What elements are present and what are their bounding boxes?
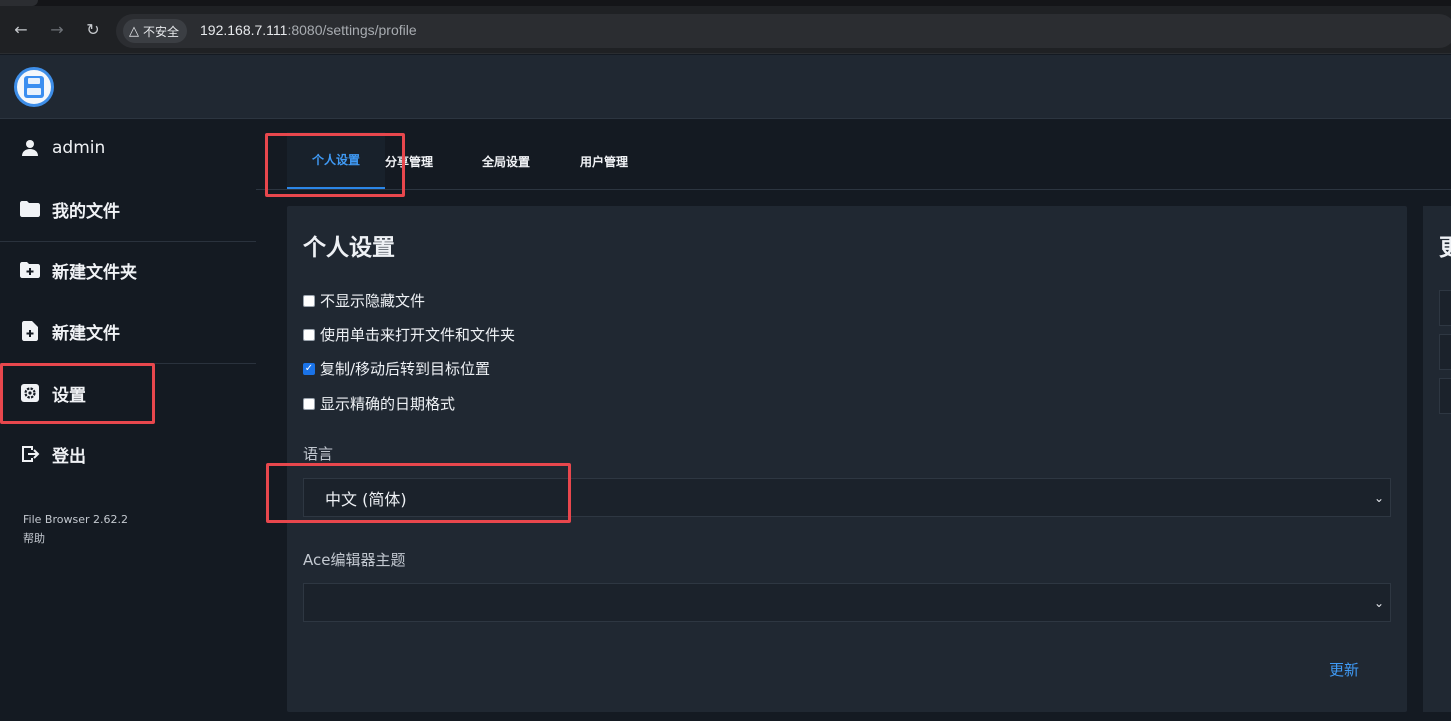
tab-users[interactable]: 用户管理	[555, 132, 653, 190]
url-host: 192.168.7.111	[200, 22, 288, 38]
folder-icon	[20, 199, 40, 219]
update-button[interactable]: 更新	[1329, 659, 1359, 680]
language-select[interactable]: 中文 (简体) ⌄	[303, 478, 1391, 517]
sidebar-item-user[interactable]: admin	[0, 121, 256, 175]
reload-icon[interactable]: ↻	[82, 19, 104, 41]
warning-icon: △	[129, 23, 139, 39]
sidebar-item-label: 新建文件夹	[52, 262, 137, 283]
new-folder-icon	[20, 260, 40, 280]
checkbox-redirect-after-copy[interactable]: ✓ 复制/移动后转到目标位置	[303, 358, 490, 379]
forward-arrow-icon[interactable]: →	[46, 19, 68, 41]
tab-global[interactable]: 全局设置	[457, 132, 555, 190]
sidebar-item-label: 新建文件	[52, 323, 120, 344]
browser-toolbar: ← → ↻ △ 不安全 192.168.7.111:8080/settings/…	[0, 0, 1451, 54]
profile-settings-card: 个人设置 不显示隐藏文件 使用单击来打开文件和文件夹 ✓ 复制/移动后转到目标位…	[287, 206, 1407, 712]
sidebar: admin 我的文件 新建文件夹 新建文件 设置 登出 File Browser…	[0, 119, 256, 721]
checkbox-exact-date[interactable]: 显示精确的日期格式	[303, 393, 455, 414]
sidebar-item-my-files[interactable]: 我的文件	[0, 182, 256, 236]
sidebar-item-settings[interactable]: 设置	[0, 366, 256, 420]
checkbox-label: 不显示隐藏文件	[320, 292, 426, 310]
sidebar-user-label: admin	[52, 138, 106, 158]
logout-icon	[20, 444, 40, 464]
settings-tabs: 个人设置 分享管理 全局设置 用户管理	[287, 132, 653, 190]
back-arrow-icon[interactable]: ←	[10, 19, 32, 41]
security-label: 不安全	[143, 24, 180, 39]
checkbox-label: 使用单击来打开文件和文件夹	[320, 326, 516, 344]
checkbox-label: 显示精确的日期格式	[320, 395, 456, 413]
checkbox-label: 复制/移动后转到目标位置	[320, 360, 491, 378]
tabs-divider	[256, 189, 1451, 190]
tab-profile[interactable]: 个人设置	[287, 132, 386, 190]
security-chip[interactable]: △ 不安全	[123, 19, 188, 43]
checkbox[interactable]	[303, 328, 315, 341]
chevron-down-icon: ⌄	[1373, 596, 1384, 610]
settings-icon	[20, 383, 40, 403]
checkbox-single-click[interactable]: 使用单击来打开文件和文件夹	[303, 324, 515, 345]
chevron-down-icon: ⌄	[1373, 491, 1384, 505]
user-icon	[20, 138, 40, 158]
checkbox-checked[interactable]: ✓	[303, 362, 315, 375]
checkbox[interactable]	[303, 294, 315, 307]
ace-theme-select[interactable]: ⌄	[303, 583, 1391, 622]
tab-strip	[0, 0, 1451, 6]
language-value: 中文 (简体)	[325, 489, 407, 509]
password-field[interactable]	[1439, 290, 1451, 326]
browser-tab[interactable]	[0, 0, 38, 6]
checkbox-hide-dotfiles[interactable]: 不显示隐藏文件	[303, 290, 425, 311]
help-link[interactable]: 帮助	[23, 530, 45, 546]
url-path: :8080/settings/profile	[287, 22, 417, 38]
version-text: File Browser 2.62.2	[23, 513, 128, 526]
sidebar-item-label: 设置	[52, 385, 86, 406]
sidebar-item-new-file[interactable]: 新建文件	[0, 304, 256, 358]
file-browser-logo-icon[interactable]	[14, 67, 54, 107]
tab-shares[interactable]: 分享管理	[385, 132, 457, 190]
sidebar-item-label: 登出	[52, 446, 86, 467]
password-card-title: 更	[1439, 235, 1451, 261]
sidebar-divider	[0, 241, 256, 242]
password-confirm-field[interactable]	[1439, 334, 1451, 370]
sidebar-item-logout[interactable]: 登出	[0, 427, 256, 481]
sidebar-item-label: 我的文件	[52, 201, 120, 222]
card-title: 个人设置	[303, 235, 395, 261]
sidebar-divider	[0, 363, 256, 364]
ace-theme-label: Ace编辑器主题	[303, 551, 406, 569]
app-header	[0, 55, 1451, 119]
checkbox[interactable]	[303, 397, 315, 410]
url-text[interactable]: 192.168.7.111:8080/settings/profile	[200, 22, 417, 38]
language-label: 语言	[303, 445, 334, 463]
address-bar[interactable]: △ 不安全 192.168.7.111:8080/settings/profil…	[116, 14, 1451, 48]
current-password-field[interactable]	[1439, 378, 1451, 414]
new-file-icon	[20, 321, 40, 341]
password-card: 更	[1423, 206, 1451, 712]
sidebar-item-new-folder[interactable]: 新建文件夹	[0, 243, 256, 297]
